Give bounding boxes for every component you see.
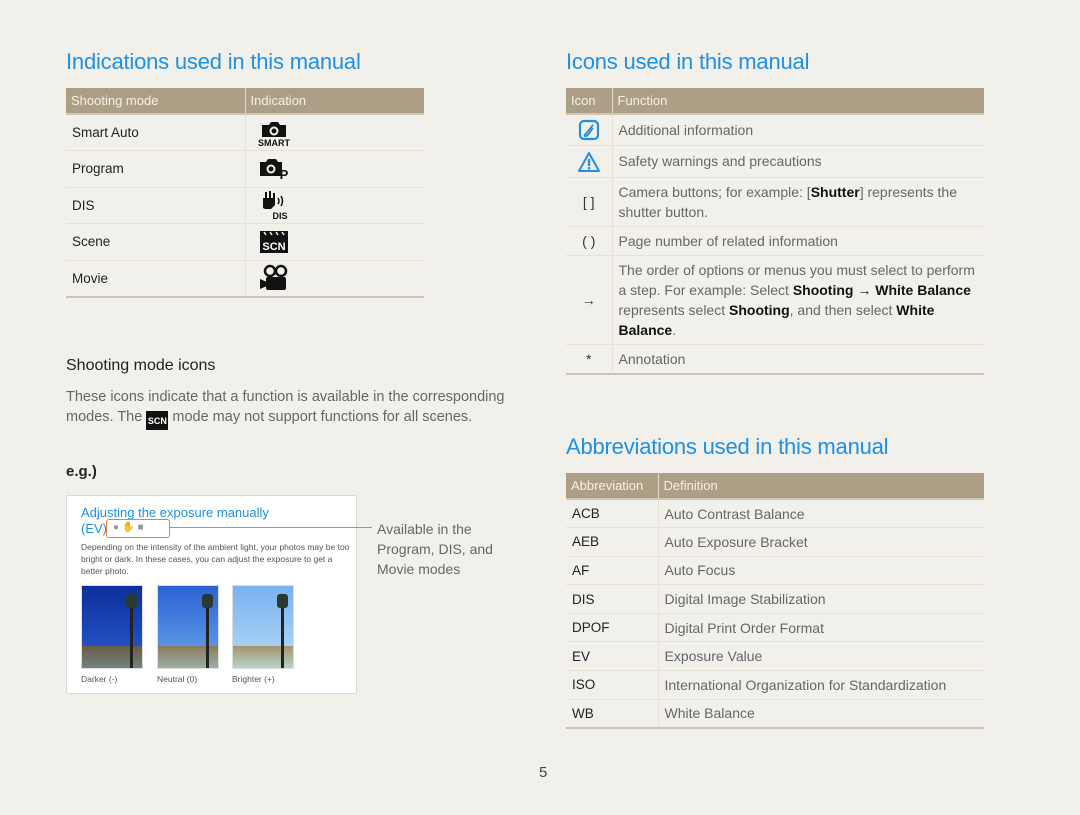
header-shooting-mode: Shooting mode	[66, 88, 245, 115]
def-cell: White Balance	[657, 699, 984, 729]
table-row: Scene SCN	[66, 223, 424, 261]
table-row: → The order of options or menus you must…	[566, 255, 984, 345]
icons-title: Icons used in this manual	[566, 49, 810, 74]
table-row: DPOF Digital Print Order Format	[566, 613, 984, 643]
def-cell: International Organization for Standardi…	[657, 670, 984, 700]
table-row: ISO International Organization for Standa…	[566, 670, 984, 700]
table-row: [ ] Camera buttons; for example: [Shutte…	[566, 177, 984, 227]
table-row: Smart Auto SMART	[66, 114, 424, 151]
abbr-cell: AEB	[566, 527, 658, 557]
warning-icon	[577, 151, 600, 172]
callout-line	[169, 527, 372, 528]
def-cell: Exposure Value	[657, 641, 984, 672]
table-row: Additional information	[566, 114, 984, 147]
table-row: DIS DIS	[66, 187, 424, 224]
function-text: Camera buttons; for example: [Shutter] r…	[611, 177, 984, 227]
arrow-symbol: →	[566, 255, 612, 345]
header-icon: Icon	[566, 88, 612, 115]
brackets-symbol: [ ]	[566, 177, 612, 227]
photo-label-darker: Darker (-)	[81, 674, 118, 684]
mode-label: Scene	[66, 223, 245, 261]
photo-label-brighter: Brighter (+)	[232, 674, 275, 684]
abbr-cell: AF	[566, 556, 658, 586]
header-function: Function	[611, 88, 984, 115]
table-row: * Annotation	[566, 344, 984, 375]
dis-icon: DIS	[262, 191, 287, 220]
dis-mini-icon: ✋	[122, 522, 138, 533]
header-indication: Indication	[244, 88, 424, 115]
page-number: 5	[539, 764, 548, 781]
table-row: Safety warnings and precautions	[566, 145, 984, 178]
example-page-sample: Adjusting the exposure manually (EV) ●✋■…	[66, 495, 357, 694]
table-row: AF Auto Focus	[566, 556, 984, 586]
shooting-mode-icons-heading: Shooting mode icons	[66, 357, 216, 374]
svg-text:P: P	[279, 167, 288, 182]
example-description: Depending on the intensity of the ambien…	[81, 542, 350, 576]
header-abbreviation: Abbreviation	[566, 473, 658, 500]
function-text: Safety warnings and precautions	[611, 145, 984, 178]
mode-mini-icons: ●✋■	[113, 522, 147, 533]
indications-table: Shooting mode Indication Smart Auto SMAR…	[66, 88, 424, 298]
program-mini-icon: ●	[113, 522, 123, 533]
mode-label: DIS	[66, 187, 245, 224]
example-ev-label: (EV)	[81, 521, 107, 536]
def-cell: Digital Print Order Format	[657, 613, 984, 643]
scene-inline-icon: SCN	[146, 411, 169, 430]
def-cell: Auto Focus	[657, 556, 984, 586]
photo-neutral	[157, 585, 219, 669]
note-icon	[578, 120, 599, 141]
abbr-cell: EV	[566, 641, 658, 672]
mode-label: Smart Auto	[66, 114, 245, 151]
header-definition: Definition	[657, 473, 984, 500]
abbr-cell: DIS	[566, 584, 658, 614]
icons-table: Icon Function Additional information Saf…	[566, 88, 984, 375]
table-row: ACB Auto Contrast Balance	[566, 499, 984, 529]
mode-label: Program	[66, 150, 245, 188]
table-row: WB White Balance	[566, 699, 984, 729]
eg-label: e.g.)	[66, 463, 97, 480]
mode-label: Movie	[66, 260, 245, 298]
table-row: EV Exposure Value	[566, 641, 984, 672]
asterisk-symbol: *	[566, 344, 612, 375]
function-text: Additional information	[611, 114, 984, 147]
abbr-cell: DPOF	[566, 613, 658, 643]
photo-brighter	[232, 585, 294, 669]
smart-auto-icon: SMART	[258, 121, 290, 147]
def-cell: Auto Exposure Bracket	[657, 527, 984, 557]
abbr-cell: ISO	[566, 670, 658, 700]
table-row: AEB Auto Exposure Bracket	[566, 527, 984, 557]
abbreviations-title: Abbreviations used in this manual	[566, 434, 889, 459]
table-row: DIS Digital Image Stabilization	[566, 584, 984, 614]
svg-text:DIS: DIS	[272, 211, 287, 220]
callout-text: Available in the Program, DIS, and Movie…	[377, 521, 493, 577]
table-row: ( ) Page number of related information	[566, 226, 984, 256]
scene-icon: SCN	[259, 230, 288, 253]
photo-label-neutral: Neutral (0)	[157, 674, 198, 684]
abbr-cell: WB	[566, 699, 658, 729]
table-row: Movie	[66, 260, 424, 298]
function-text: Page number of related information	[611, 226, 984, 256]
program-icon: P	[259, 158, 288, 182]
function-text: The order of options or menus you must s…	[611, 255, 984, 345]
smart-text: SMART	[258, 138, 290, 147]
function-text: Annotation	[611, 344, 984, 375]
parentheses-symbol: ( )	[566, 226, 612, 256]
movie-mini-icon: ■	[137, 522, 147, 533]
table-row: Program P	[66, 150, 424, 188]
indications-title: Indications used in this manual	[66, 49, 361, 74]
def-cell: Auto Contrast Balance	[657, 499, 984, 529]
svg-text:SCN: SCN	[262, 241, 285, 253]
movie-icon	[259, 264, 287, 290]
photo-darker	[81, 585, 143, 669]
abbr-cell: ACB	[566, 499, 658, 529]
shooting-mode-paragraph: These icons indicate that a function is …	[66, 387, 516, 430]
def-cell: Digital Image Stabilization	[657, 584, 984, 614]
abbreviations-table: Abbreviation Definition ACB Auto Contrast…	[566, 473, 984, 729]
